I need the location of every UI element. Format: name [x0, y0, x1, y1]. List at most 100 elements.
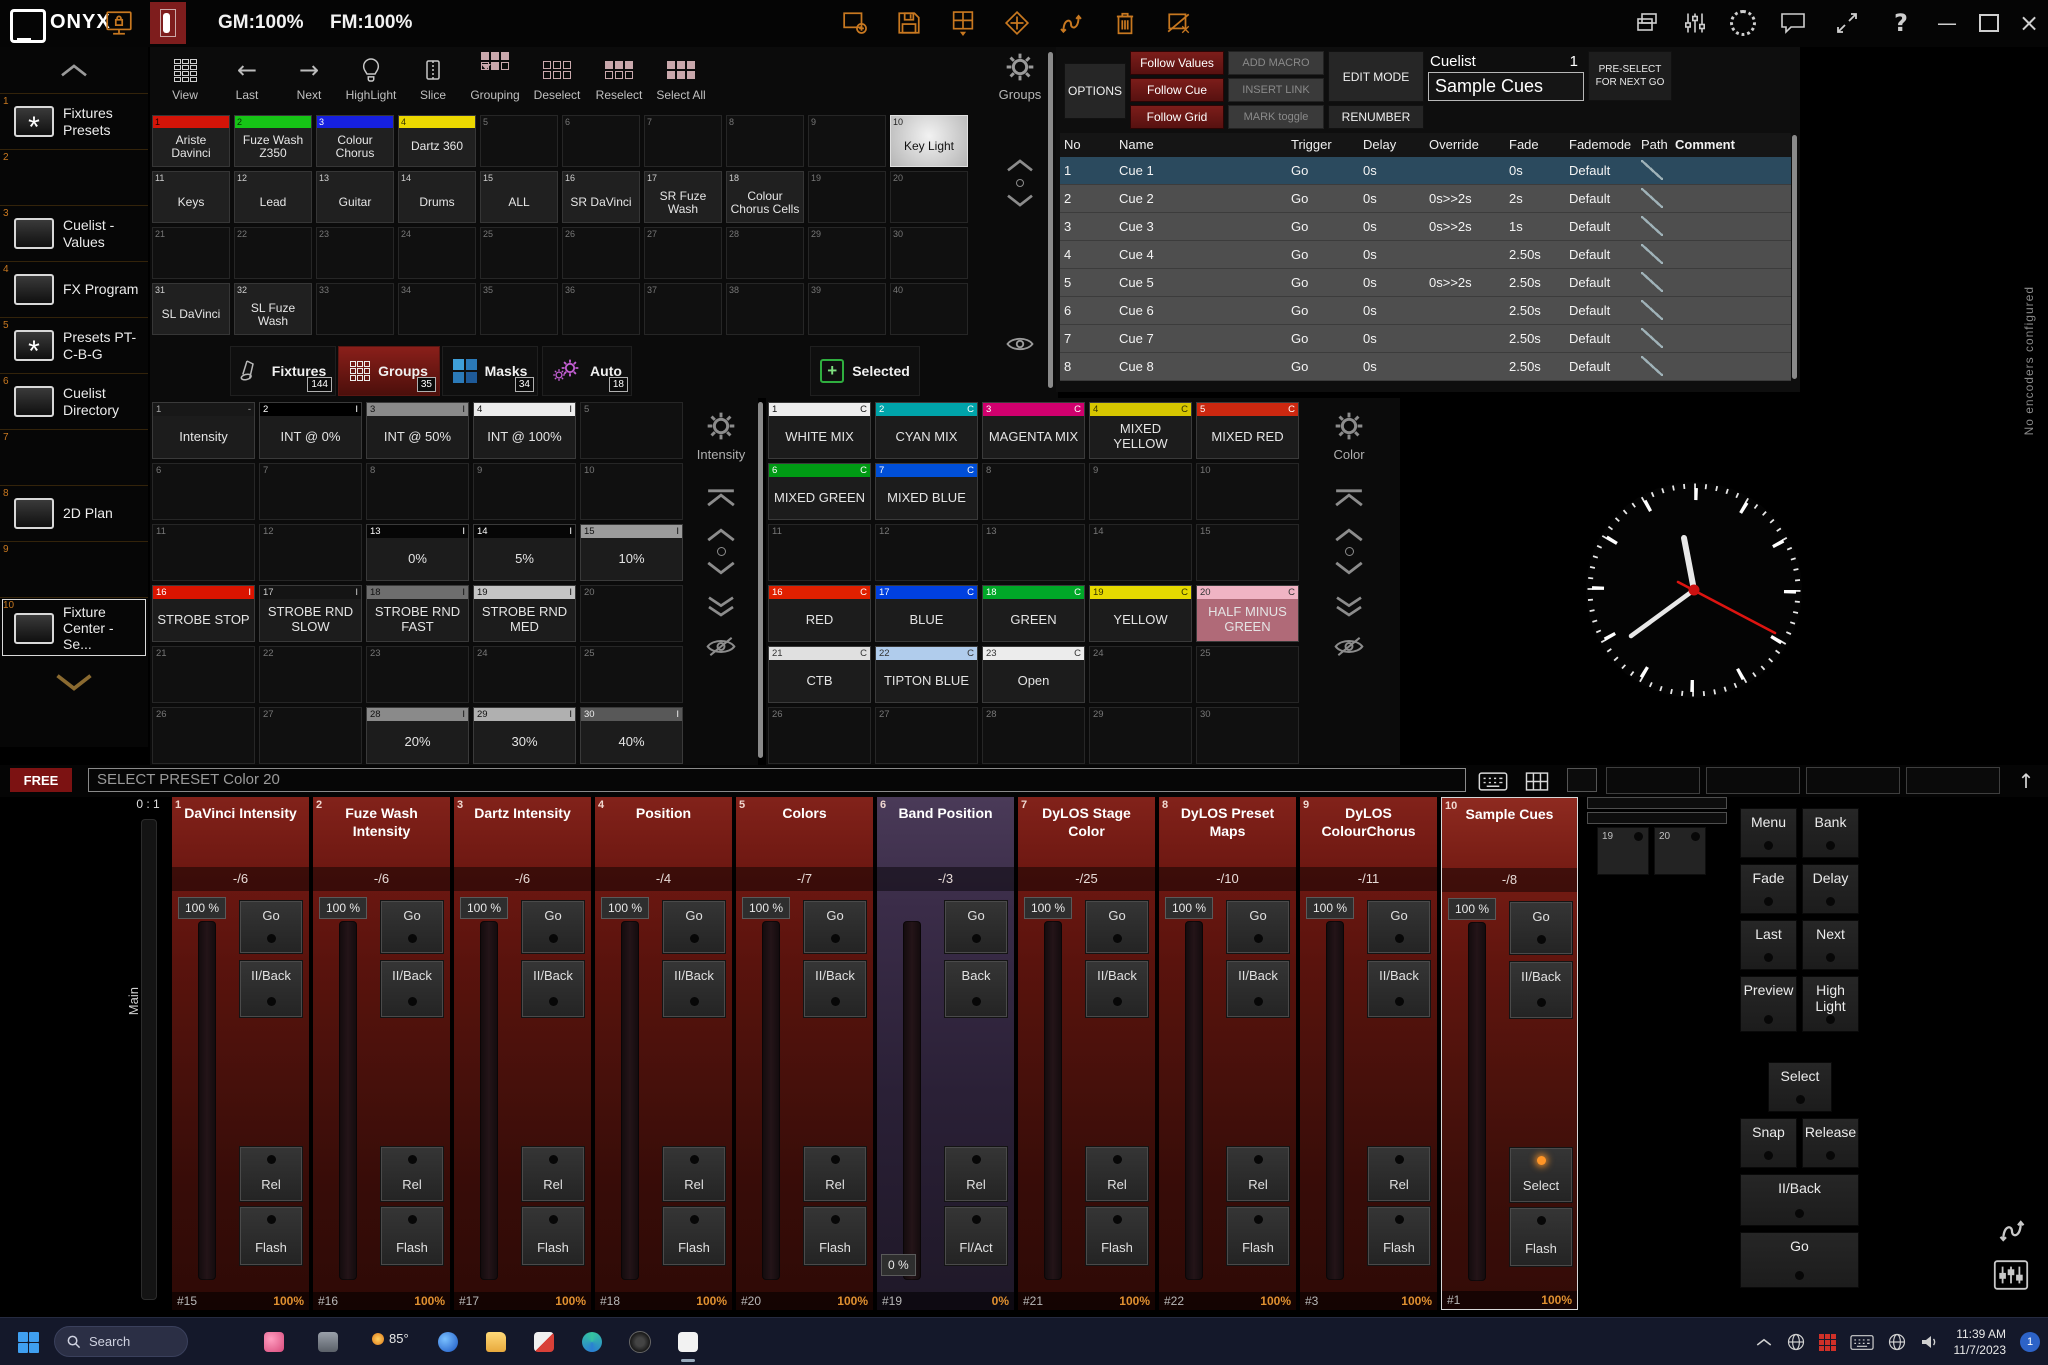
- flash-button[interactable]: Flash: [663, 1207, 725, 1265]
- help-button[interactable]: ?: [1884, 8, 1918, 38]
- color-preset-tile[interactable]: 30: [1196, 707, 1299, 764]
- go-button[interactable]: Go: [1227, 901, 1289, 953]
- grand-master-indicator-icon[interactable]: [150, 2, 186, 44]
- fade-button[interactable]: Fade: [1740, 864, 1797, 914]
- group-tile[interactable]: 7: [644, 115, 722, 167]
- cue-row[interactable]: 7 Cue 7 Go 0s 2.50s Default: [1060, 325, 1791, 353]
- command-line-input[interactable]: SELECT PRESET Color 20: [88, 768, 1466, 792]
- flash-button[interactable]: Flash: [381, 1207, 443, 1265]
- color-preset-tile[interactable]: 4C MIXED YELLOW: [1089, 402, 1192, 459]
- sidebar-item[interactable]: 8 2D Plan: [0, 485, 148, 541]
- group-tile[interactable]: 23: [316, 227, 394, 279]
- playback-header[interactable]: 6 Band Position: [877, 797, 1014, 867]
- playback-cue-counter[interactable]: -/10: [1159, 867, 1296, 891]
- playback-fader[interactable]: [339, 921, 357, 1280]
- flash-button[interactable]: Flash: [1368, 1207, 1430, 1265]
- menu-button[interactable]: Menu: [1740, 808, 1797, 858]
- group-tile[interactable]: 22: [234, 227, 312, 279]
- color-preset-tile[interactable]: 8: [982, 463, 1085, 520]
- sidebar-item[interactable]: 10 Fixture Center - Se...: [0, 597, 148, 658]
- flash-button[interactable]: Fl/Act: [945, 1207, 1007, 1265]
- options-button[interactable]: OPTIONS: [1064, 63, 1126, 119]
- tab-selected[interactable]: + Selected: [810, 346, 920, 396]
- hide-panel-icon[interactable]: [705, 637, 737, 656]
- group-tile[interactable]: 37: [644, 283, 722, 335]
- scroll-up-icon[interactable]: [703, 526, 739, 543]
- playback-fader[interactable]: [621, 921, 639, 1280]
- empty-slot[interactable]: [1806, 767, 1900, 794]
- intensity-preset-tile[interactable]: 4I INT @ 100%: [473, 402, 576, 459]
- group-tile[interactable]: 6: [562, 115, 640, 167]
- intensity-preset-tile[interactable]: 16I STROBE STOP: [152, 585, 255, 642]
- cue-row[interactable]: 3 Cue 3 Go 0s 0s>>2s 1s Default: [1060, 213, 1791, 241]
- select-button[interactable]: Select: [1768, 1062, 1832, 1112]
- follow-grid-button[interactable]: Follow Grid: [1130, 105, 1224, 129]
- color-preset-tile[interactable]: 28: [982, 707, 1085, 764]
- page-up-icon[interactable]: [1003, 157, 1037, 173]
- save-button[interactable]: [892, 8, 926, 38]
- group-tile[interactable]: 29: [808, 227, 886, 279]
- network-icon[interactable]: [1787, 1333, 1805, 1351]
- add-macro-button[interactable]: ADD MACRO: [1228, 51, 1324, 75]
- playback-cue-counter[interactable]: -/7: [736, 867, 873, 891]
- flash-button[interactable]: Flash: [804, 1207, 866, 1265]
- color-preset-tile[interactable]: 19C YELLOW: [1089, 585, 1192, 642]
- color-preset-tile[interactable]: 20C HALF MINUS GREEN: [1196, 585, 1299, 642]
- group-tile[interactable]: 36: [562, 283, 640, 335]
- cue-row[interactable]: 1 Cue 1 Go 0s 0s Default: [1060, 157, 1791, 185]
- new-window-button[interactable]: [838, 8, 872, 38]
- playback-cue-counter[interactable]: -/6: [313, 867, 450, 891]
- intensity-preset-tile[interactable]: 1- Intensity: [152, 402, 255, 459]
- release-select-button[interactable]: Rel: [945, 1147, 1007, 1201]
- group-tile[interactable]: 21: [152, 227, 230, 279]
- insert-link-button[interactable]: INSERT LINK: [1228, 78, 1324, 102]
- release-select-button[interactable]: Rel: [381, 1147, 443, 1201]
- intensity-preset-tile[interactable]: 19I STROBE RND MED: [473, 585, 576, 642]
- sidebar-item[interactable]: 6 Cuelist Directory: [0, 373, 148, 429]
- color-preset-tile[interactable]: 25: [1196, 646, 1299, 703]
- playback-header[interactable]: 9 DyLOS ColourChorus: [1300, 797, 1437, 867]
- release-select-button[interactable]: Rel: [522, 1147, 584, 1201]
- slice-button[interactable]: Slice: [402, 47, 464, 111]
- intensity-preset-tile[interactable]: 10: [580, 463, 683, 520]
- tab-masks[interactable]: Masks 34: [442, 346, 538, 396]
- pause-back-button[interactable]: II/Back: [381, 961, 443, 1017]
- playback-fader[interactable]: [903, 921, 921, 1280]
- start-button[interactable]: [16, 1330, 40, 1354]
- edit-mode-button[interactable]: EDIT MODE: [1328, 51, 1424, 102]
- pause-back-button[interactable]: II/Back: [804, 961, 866, 1017]
- group-tile[interactable]: 8: [726, 115, 804, 167]
- intensity-preset-tile[interactable]: 11: [152, 524, 255, 581]
- delete-button[interactable]: [1108, 8, 1142, 38]
- color-preset-tile[interactable]: 1C WHITE MIX: [768, 402, 871, 459]
- highlight-button-panel[interactable]: High Light: [1802, 976, 1859, 1032]
- intensity-preset-tile[interactable]: 30I 40%: [580, 707, 683, 764]
- keyboard-icon[interactable]: [1478, 771, 1508, 792]
- playback-header[interactable]: 2 Fuze Wash Intensity: [313, 797, 450, 867]
- scroll-bottom-icon[interactable]: [1331, 595, 1367, 619]
- go-button-main[interactable]: Go: [1740, 1232, 1859, 1288]
- group-tile[interactable]: 19: [808, 171, 886, 223]
- swap-icon[interactable]: [1997, 1215, 2027, 1245]
- group-tile[interactable]: 34: [398, 283, 476, 335]
- release-select-button[interactable]: Select: [1510, 1148, 1572, 1202]
- color-preset-tile[interactable]: 23C Open: [982, 646, 1085, 703]
- highlight-button[interactable]: HighLight: [340, 47, 402, 111]
- follow-cue-button[interactable]: Follow Cue: [1130, 78, 1224, 102]
- playback-fader[interactable]: [198, 921, 216, 1280]
- group-visibility-icon[interactable]: [996, 335, 1044, 353]
- intensity-preset-tile[interactable]: 17I STROBE RND SLOW: [259, 585, 362, 642]
- playback-fader[interactable]: [1468, 922, 1486, 1281]
- playback-header[interactable]: 8 DyLOS Preset Maps: [1159, 797, 1296, 867]
- pause-back-button[interactable]: II/Back: [1086, 961, 1148, 1017]
- file-explorer-icon[interactable]: [484, 1330, 508, 1354]
- sidebar-item[interactable]: 5 Presets PT-C-B-G: [0, 317, 148, 373]
- go-button[interactable]: Go: [804, 901, 866, 953]
- master-fader[interactable]: [141, 819, 157, 1300]
- go-button[interactable]: Go: [945, 901, 1007, 953]
- last-button[interactable]: ←Last: [216, 47, 278, 111]
- group-tile[interactable]: 1 Ariste Davinci: [152, 115, 230, 167]
- flash-button[interactable]: Flash: [522, 1207, 584, 1265]
- group-tile[interactable]: 32 SL Fuze Wash: [234, 283, 312, 335]
- taskbar-app-icon[interactable]: [316, 1330, 340, 1354]
